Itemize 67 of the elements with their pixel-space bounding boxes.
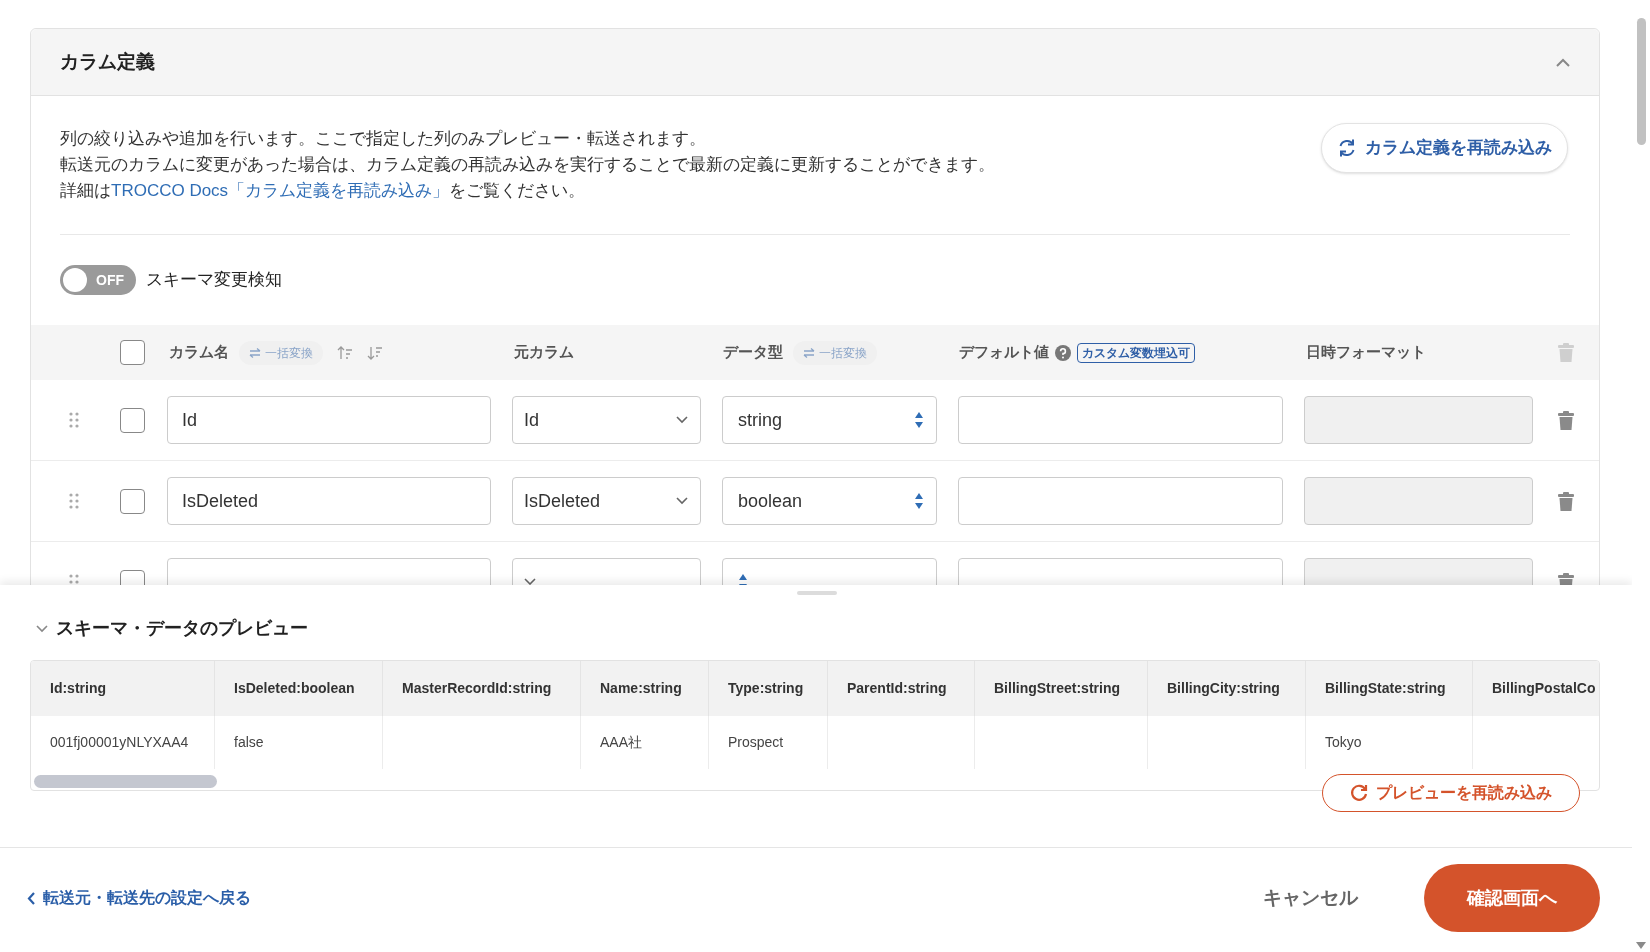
reload-preview-button[interactable]: プレビューを再読み込み (1322, 774, 1580, 812)
resize-handle[interactable] (797, 591, 837, 595)
checkbox[interactable] (120, 407, 145, 433)
drag-handle-icon[interactable] (69, 412, 79, 428)
docs-link[interactable]: TROCCO Docs「カラム定義を再読み込み」 (111, 181, 450, 200)
up-down-arrows-icon (914, 410, 924, 430)
column-header: ParentId:string (847, 679, 947, 698)
sort-ascending-icon[interactable] (337, 345, 353, 360)
preview-title: スキーマ・データのプレビュー (56, 617, 308, 640)
help-icon[interactable] (1055, 344, 1071, 361)
column-header: カラム名 (169, 342, 229, 363)
checkbox[interactable] (120, 488, 145, 514)
default-value-field[interactable] (958, 396, 1283, 444)
reload-columns-button[interactable]: カラム定義を再読み込み (1321, 123, 1568, 173)
chevron-left-icon (27, 891, 35, 905)
drag-handle-icon[interactable] (69, 493, 79, 509)
column-name-field[interactable]: IsDeleted (167, 477, 491, 525)
trash-icon[interactable] (1558, 491, 1574, 511)
source-column-select[interactable]: Id (512, 396, 701, 444)
section-title: カラム定義 (60, 49, 155, 74)
data-type-select[interactable]: string (722, 396, 937, 444)
table-cell-text: 001fj00001yNLYXAA4 (50, 733, 189, 752)
sort-descending-icon[interactable] (367, 345, 383, 360)
column-header: データ型 (723, 342, 783, 363)
swap-icon (803, 347, 815, 358)
horizontal-scrollbar[interactable] (34, 775, 217, 788)
scroll-down-icon[interactable] (1636, 942, 1646, 949)
column-header: BillingCity:string (1167, 679, 1280, 698)
scrollbar-thumb[interactable] (1637, 18, 1646, 145)
refresh-icon (1337, 138, 1357, 158)
chevron-down-icon (524, 578, 536, 585)
cancel-button[interactable]: キャンセル (1255, 877, 1366, 919)
chevron-down-icon (676, 416, 688, 424)
column-header: BillingStreet:string (994, 679, 1120, 698)
column-header: Name:string (600, 679, 682, 698)
column-header: IsDeleted:boolean (234, 679, 355, 698)
back-link[interactable]: 転送元・転送先の設定へ戻る (27, 886, 251, 910)
refresh-icon (1350, 784, 1368, 802)
toggle-label: スキーマ変更検知 (146, 269, 282, 292)
up-down-arrows-icon (914, 491, 924, 511)
trash-icon[interactable] (1558, 410, 1574, 430)
column-header: 日時フォーマット (1305, 342, 1427, 363)
chevron-down-icon[interactable] (36, 624, 48, 633)
checkbox[interactable] (120, 340, 145, 365)
column-header: BillingPostalCo (1492, 679, 1596, 698)
chevron-down-icon (676, 497, 688, 505)
source-column-select[interactable]: IsDeleted (512, 477, 701, 525)
description-text: 転送元のカラムに変更があった場合は、カラム定義の再読み込みを実行することで最新の定義に更新することができます。 (60, 154, 995, 176)
table-cell-text: Prospect (728, 733, 784, 752)
column-header: BillingState:string (1325, 679, 1446, 698)
column-header: Id:string (50, 679, 106, 698)
table-cell-text: AAA社 (600, 733, 642, 752)
table-cell-text: Tokyo (1325, 733, 1362, 752)
column-name-field[interactable]: Id (167, 396, 491, 444)
table-cell-text: false (234, 733, 264, 752)
description-text: 詳細はTROCCO Docs「カラム定義を再読み込み」をご覧ください。 (60, 180, 587, 202)
column-header: MasterRecordId:string (402, 679, 552, 698)
swap-icon (249, 347, 261, 358)
column-header: デフォルト値 (959, 342, 1049, 363)
default-value-field[interactable] (958, 477, 1283, 525)
chevron-up-icon[interactable] (1556, 57, 1570, 67)
column-header: Type:string (728, 679, 804, 698)
column-header: 元カラム (513, 342, 575, 363)
confirm-button[interactable]: 確認画面へ (1424, 864, 1600, 932)
data-type-select[interactable]: boolean (722, 477, 937, 525)
custom-variable-badge: カスタム変数埋込可 (1077, 342, 1195, 363)
description-text: 列の絞り込みや追加を行います。ここで指定した列のみプレビュー・転送されます。 (60, 128, 707, 150)
